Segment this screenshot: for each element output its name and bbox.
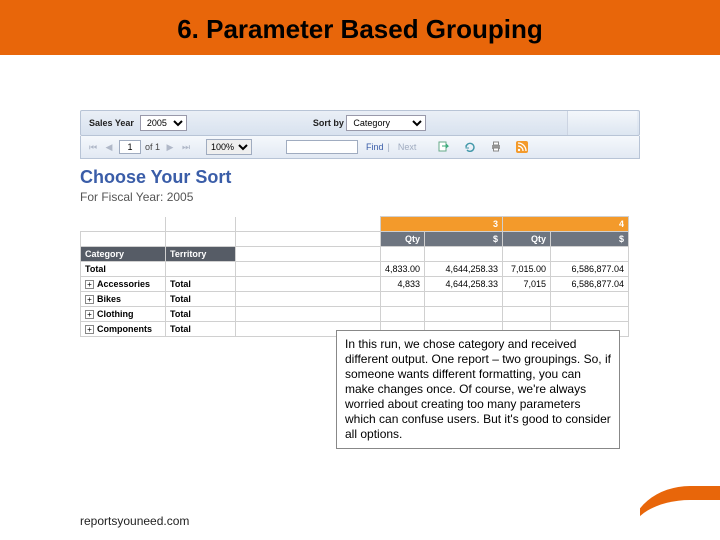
slide-content: Sales Year 2005 Sort by Category ⏮ ◀ of … <box>0 60 720 337</box>
slide-title: 6. Parameter Based Grouping <box>0 14 720 45</box>
prev-page-button[interactable]: ◀ <box>103 141 115 153</box>
sort-by-select[interactable]: Category <box>346 115 426 131</box>
callout-text: In this run, we chose category and recei… <box>345 337 611 441</box>
metric-amt-3: $ <box>425 232 503 247</box>
sort-by-label: Sort by <box>313 118 344 128</box>
view-report-button[interactable] <box>567 111 637 135</box>
metric-qty-3: Qty <box>381 232 425 247</box>
annotation-callout: In this run, we chose category and recei… <box>336 330 620 449</box>
table-row: +Accessories Total 4,833 4,644,258.33 7,… <box>81 277 629 292</box>
report-toolbar: ⏮ ◀ of 1 ▶ ⏭ 100% Find | Next <box>80 136 640 159</box>
total-amt-3: 4,644,258.33 <box>425 262 503 277</box>
table-row: +Clothing Total <box>81 307 629 322</box>
period-col-4: 4 <box>503 217 629 232</box>
expand-icon[interactable]: + <box>85 325 94 334</box>
table-row: +Bikes Total <box>81 292 629 307</box>
print-icon[interactable] <box>490 141 502 153</box>
territory-header: Territory <box>166 247 236 262</box>
page-number-input[interactable] <box>119 140 141 154</box>
decorative-swoosh <box>640 480 720 540</box>
toolbar-icons <box>438 141 528 153</box>
total-label: Total <box>81 262 166 277</box>
period-col-3: 3 <box>381 217 503 232</box>
period-header-row: 3 4 <box>81 217 629 232</box>
feed-icon[interactable] <box>516 141 528 153</box>
zoom-select[interactable]: 100% <box>206 139 252 155</box>
metric-header-row: Qty $ Qty $ <box>81 232 629 247</box>
metric-qty-4: Qty <box>503 232 551 247</box>
report-parameter-bar: Sales Year 2005 Sort by Category <box>80 110 640 136</box>
total-qty-4: 7,015.00 <box>503 262 551 277</box>
total-qty-3: 4,833.00 <box>381 262 425 277</box>
find-next-button[interactable]: Next <box>398 142 417 152</box>
expand-icon[interactable]: + <box>85 280 94 289</box>
expand-icon[interactable]: + <box>85 310 94 319</box>
sales-year-select[interactable]: 2005 <box>140 115 187 131</box>
report-body: Choose Your Sort For Fiscal Year: 2005 3… <box>80 167 640 337</box>
metric-amt-4: $ <box>551 232 629 247</box>
report-table: 3 4 Qty $ Qty $ Category Territory Total <box>80 216 629 337</box>
sort-by-group: Sort by Category <box>313 115 427 131</box>
last-page-button[interactable]: ⏭ <box>180 141 192 153</box>
first-page-button[interactable]: ⏮ <box>87 141 99 153</box>
grand-total-row: Total 4,833.00 4,644,258.33 7,015.00 6,5… <box>81 262 629 277</box>
refresh-icon[interactable] <box>464 141 476 153</box>
category-header-row: Category Territory <box>81 247 629 262</box>
report-subheading: For Fiscal Year: 2005 <box>80 190 640 204</box>
sales-year-label: Sales Year <box>89 118 134 128</box>
page-of-label: of 1 <box>145 142 160 152</box>
next-page-button[interactable]: ▶ <box>164 141 176 153</box>
expand-icon[interactable]: + <box>85 295 94 304</box>
report-heading: Choose Your Sort <box>80 167 640 188</box>
find-button[interactable]: Find <box>366 142 384 152</box>
export-icon[interactable] <box>438 141 450 153</box>
slide-title-bar: 6. Parameter Based Grouping <box>0 0 720 60</box>
find-input[interactable] <box>286 140 358 154</box>
footer-url: reportsyouneed.com <box>80 514 189 528</box>
total-amt-4: 6,586,877.04 <box>551 262 629 277</box>
category-header: Category <box>81 247 166 262</box>
